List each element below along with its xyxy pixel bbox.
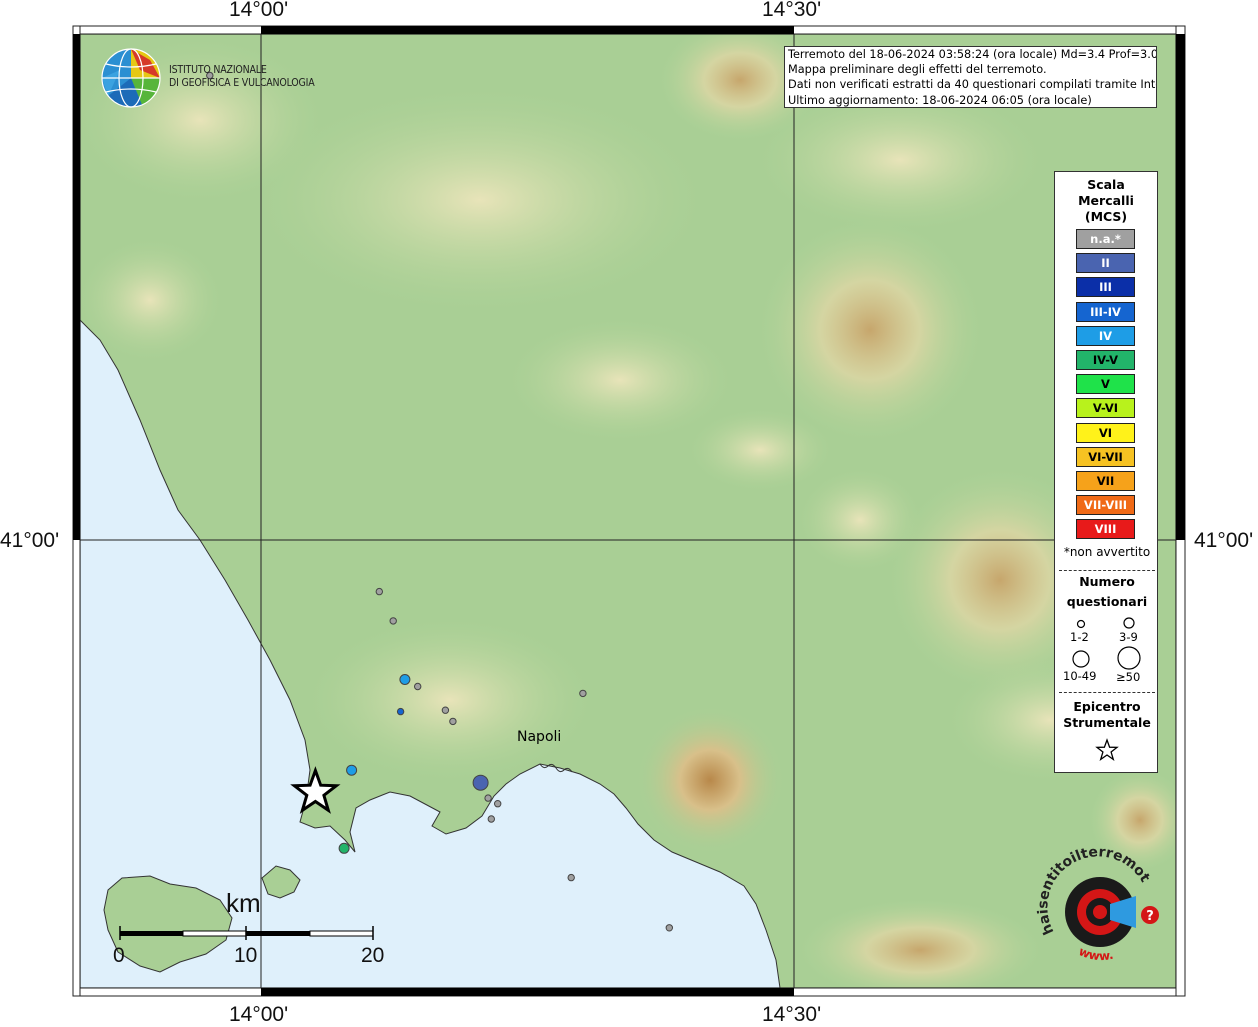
- intensity-point: [449, 717, 457, 726]
- intensity-point: [567, 873, 575, 882]
- epicenter-title-line-1: Epicentro: [1073, 699, 1141, 714]
- intensity-point: [472, 774, 489, 791]
- intensity-point: [487, 815, 495, 823]
- scale-item-vi: VI: [1076, 422, 1135, 443]
- lat-label-right: 41°00': [1194, 529, 1254, 552]
- ingv-logo-text: ISTITUTO NAZIONALE DI GEOFISICA E VULCAN…: [169, 64, 315, 90]
- info-line-1: Terremoto del 18-06-2024 03:58:24 (ora l…: [788, 48, 1157, 61]
- legend-note: *non avvertito: [1063, 545, 1151, 559]
- lon-label-bottom-1: 14°00': [229, 1003, 289, 1026]
- epicenter-title-line-2: Strumentale: [1063, 715, 1151, 730]
- intensity-point: [484, 794, 492, 802]
- questionnaires-title-line-2: questionari: [1066, 594, 1148, 609]
- scale-item-iii: III: [1076, 277, 1135, 298]
- ingv-line-2: DI GEOFISICA E VULCANOLOGIA: [169, 77, 315, 89]
- lat-label-left: 41°00': [0, 529, 60, 552]
- info-line-2: Mappa preliminare degli effetti del terr…: [788, 63, 1047, 77]
- lon-label-bottom-2: 14°30': [762, 1003, 822, 1026]
- intensity-point: [346, 764, 358, 776]
- intensity-point: [396, 707, 405, 716]
- size-10-49-symbol: [1072, 650, 1090, 668]
- size-1-2-symbol: [1076, 619, 1086, 629]
- legend-panel: Scala Mercalli (MCS) n.a.* II III III-IV IV I…: [1054, 171, 1158, 773]
- questionnaires-title: Numero questionari: [1055, 572, 1159, 612]
- legend-star-icon: [1095, 738, 1119, 761]
- size-50-symbol: [1117, 646, 1141, 670]
- intensity-point: [494, 800, 502, 808]
- scale-unit-label: km: [226, 888, 261, 918]
- lon-label-top-2: 14°30': [762, 0, 822, 21]
- intensity-point: [389, 617, 397, 625]
- map-body: [80, 34, 1176, 988]
- scale-item-v: V: [1076, 374, 1135, 395]
- scale-item-n-a-: n.a.*: [1076, 229, 1135, 249]
- ingv-logo-icon: [101, 48, 161, 108]
- ingv-line-1: ISTITUTO NAZIONALE: [169, 64, 267, 76]
- svg-text:?: ?: [1146, 909, 1154, 924]
- info-line-3: Dati non verificati estratti da 40 quest…: [788, 78, 1157, 92]
- intensity-point: [375, 587, 383, 596]
- intensity-point: [441, 706, 450, 714]
- scale-item-vi-vii: VI-VII: [1076, 446, 1135, 467]
- scale-item-viii: VIII: [1076, 519, 1135, 540]
- scale-item-iv-v: IV-V: [1076, 350, 1135, 370]
- intensity-point: [414, 682, 422, 691]
- scale-item-ii: II: [1076, 253, 1135, 274]
- scale-tick-20: 20: [361, 944, 385, 967]
- intensity-point: [338, 842, 350, 854]
- legend-title-line-1: Scala: [1087, 177, 1125, 192]
- lon-label-top-1: 14°00': [229, 0, 289, 21]
- scale-tick-0: 0: [113, 944, 125, 967]
- legend-divider-2: [1059, 692, 1155, 693]
- legend-title-line-2: Mercalli: [1078, 193, 1134, 208]
- scale-tick-10: 10: [234, 944, 258, 967]
- size-label-50: ≥50: [1116, 670, 1141, 684]
- size-3-9-symbol: [1123, 617, 1135, 629]
- intensity-point: [665, 924, 673, 932]
- size-label-1-2: 1-2: [1070, 630, 1089, 644]
- scale-item-vii: VII: [1076, 471, 1135, 491]
- legend-title-line-3: (MCS): [1084, 209, 1128, 224]
- intensity-point: [579, 689, 587, 698]
- scale-item-v-vi: V-VI: [1076, 398, 1135, 419]
- intensity-point: [399, 674, 411, 685]
- legend-title: Scala Mercalli (MCS): [1055, 177, 1157, 225]
- scale-item-iv: IV: [1076, 325, 1135, 346]
- questionnaires-title-line-1: Numero: [1079, 574, 1135, 589]
- city-label-napoli: Napoli: [517, 729, 562, 745]
- epicenter-title: Epicentro Strumentale: [1055, 699, 1159, 731]
- legend-divider-1: [1059, 570, 1155, 571]
- scale-item-iii-iv: III-IV: [1076, 301, 1135, 322]
- event-info-box: Terremoto del 18-06-2024 03:58:24 (ora l…: [784, 46, 1157, 108]
- size-label-10-49: 10-49: [1063, 669, 1097, 683]
- info-line-4: Ultimo aggiornamento: 18-06-2024 06:05 (…: [788, 93, 1092, 107]
- scale-item-vii-viii: VII-VIII: [1076, 495, 1135, 516]
- size-label-3-9: 3-9: [1119, 630, 1138, 644]
